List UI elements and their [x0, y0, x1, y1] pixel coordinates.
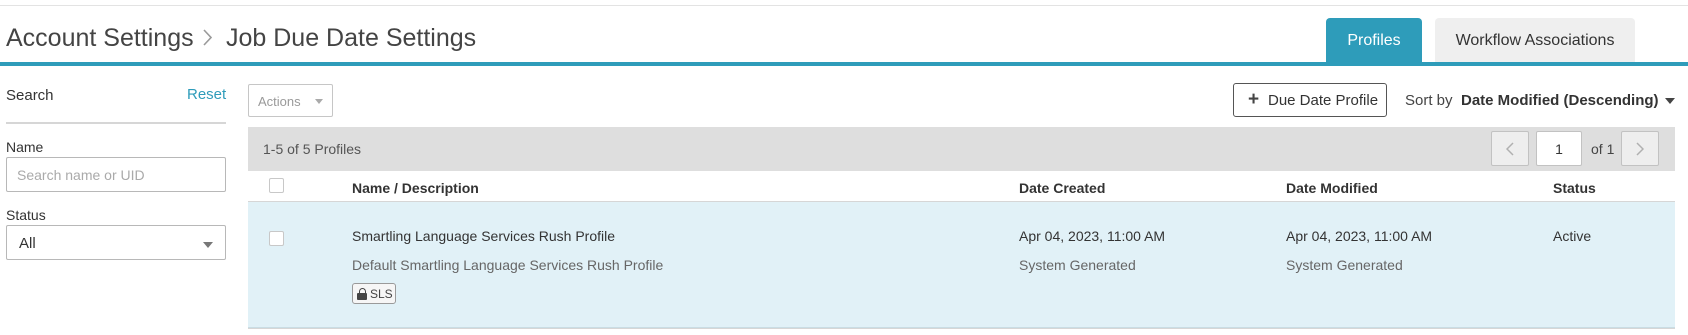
sls-badge-label: SLS [370, 286, 393, 301]
status-value: Active [1553, 228, 1592, 244]
name-filter-label: Name [6, 139, 44, 155]
created-by: System Generated [1019, 257, 1136, 273]
status-filter-label: Status [6, 207, 46, 223]
tab-profiles-label: Profiles [1347, 31, 1401, 49]
actions-dropdown[interactable]: Actions [248, 84, 333, 117]
chevron-down-icon[interactable] [1665, 98, 1675, 104]
tab-workflow-associations[interactable]: Workflow Associations [1435, 18, 1635, 63]
profile-description: Default Smartling Language Services Rush… [352, 257, 664, 273]
previous-page-button[interactable] [1491, 131, 1529, 166]
name-search-input[interactable] [6, 157, 226, 192]
chevron-right-icon [1636, 141, 1644, 156]
status-select[interactable]: All [6, 225, 226, 260]
actions-dropdown-label: Actions [258, 94, 301, 109]
sidebar-divider [6, 122, 226, 124]
header-accent-rule [0, 62, 1688, 66]
column-header-status[interactable]: Status [1553, 180, 1596, 196]
sort-select[interactable]: Date Modified (Descending) [1461, 92, 1659, 109]
date-created: Apr 04, 2023, 11:00 AM [1019, 228, 1166, 244]
select-all-checkbox[interactable] [269, 178, 284, 193]
tab-profiles[interactable]: Profiles [1326, 18, 1422, 63]
results-bar [248, 127, 1675, 171]
plus-icon: + [1248, 89, 1260, 110]
add-due-date-profile-button[interactable]: + Due Date Profile [1233, 83, 1387, 117]
next-page-button[interactable] [1621, 131, 1659, 166]
add-due-date-profile-label: Due Date Profile [1268, 92, 1379, 109]
tab-workflow-associations-label: Workflow Associations [1455, 31, 1615, 49]
date-modified: Apr 04, 2023, 11:00 AM [1286, 228, 1433, 244]
page-title: Job Due Date Settings [226, 24, 477, 52]
row-divider [248, 328, 1675, 329]
chevron-right-icon [203, 29, 212, 46]
column-header-date-created[interactable]: Date Created [1019, 180, 1105, 196]
row-checkbox[interactable] [269, 231, 284, 246]
column-header-name[interactable]: Name / Description [352, 180, 479, 196]
page-number-input[interactable] [1536, 131, 1582, 166]
results-count: 1-5 of 5 Profiles [263, 141, 362, 157]
status-select-value: All [19, 235, 36, 252]
profile-name[interactable]: Smartling Language Services Rush Profile [352, 228, 615, 244]
chevron-down-icon [203, 242, 213, 248]
reset-link[interactable]: Reset [187, 86, 226, 103]
search-heading: Search [6, 87, 54, 104]
sort-by-label: Sort by [1405, 92, 1453, 109]
column-header-date-modified[interactable]: Date Modified [1286, 180, 1378, 196]
modified-by: System Generated [1286, 257, 1403, 273]
breadcrumb-account-settings[interactable]: Account Settings [6, 24, 194, 53]
lock-icon [357, 287, 367, 300]
chevron-left-icon [1506, 141, 1514, 156]
chevron-down-icon [315, 99, 323, 104]
sls-badge: SLS [352, 283, 396, 304]
page-total: of 1 [1591, 141, 1615, 157]
page-header: Account Settings Job Due Date Settings P… [0, 6, 1688, 63]
